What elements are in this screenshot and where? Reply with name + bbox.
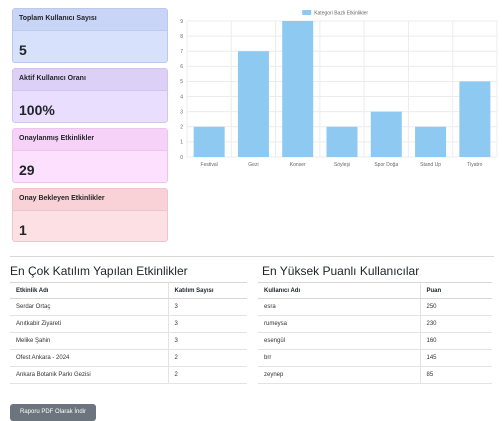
x-tick-label: Söyleşi [334,162,350,168]
participation-count-cell: 3 [167,332,247,350]
section-divider [10,256,494,257]
table-row: rumeysa 230 [258,315,492,333]
y-tick-label: 6 [180,64,183,70]
top-users-table: Kullanıcı Adı Puan esra 250 rumeysa 230 es… [258,282,492,384]
stat-card-value: 100% [19,102,55,118]
table-row: esra 250 [258,298,492,316]
stat-card-label: Onaylanmış Etkinlikler [13,129,167,151]
table-row: Anıtkabir Ziyareti 3 [10,315,247,333]
x-tick-label: Konser [290,162,306,168]
stat-card-value: 5 [19,42,27,58]
score-cell: 160 [419,332,492,350]
table-row: Ankara Botanik Parkı Gezisi 2 [10,366,247,384]
event-name-cell: Anıtkabir Ziyareti [10,315,168,333]
bar-söyleşi [326,126,358,157]
y-tick-label: 4 [180,94,183,100]
table-row: esengül 160 [258,332,492,350]
bar-festival [193,126,225,157]
score-cell: 230 [419,315,492,333]
y-tick-label: 5 [180,79,183,85]
stat-card-value: 29 [19,162,35,178]
table-row: Ofest Ankara - 2024 2 [10,349,247,367]
y-tick-label: 9 [180,19,183,25]
username-cell: zeynep [258,366,420,384]
events-section-title: En Çok Katılım Yapılan Etkinlikler [10,264,188,278]
event-name-cell: Serdar Ortaç [10,298,168,316]
participation-count-cell: 3 [167,298,247,316]
username-cell: esengül [258,332,420,350]
score-cell: 145 [419,349,492,367]
stat-card-active-user-rate: Aktif Kullanıcı Oranı 100% [12,68,168,123]
x-tick-label: Spor Doğa [374,162,398,168]
stat-card-label: Toplam Kullanıcı Sayısı [13,9,167,31]
score-cell: 85 [419,366,492,384]
y-tick-label: 8 [180,34,183,40]
event-name-cell: Ofest Ankara - 2024 [10,349,168,367]
download-pdf-report-button[interactable]: Raporu PDF Olarak İndir [10,404,96,421]
bar-spor-doğa [370,111,402,157]
participation-count-cell: 2 [167,349,247,367]
table-row: Serdar Ortaç 3 [10,298,247,316]
y-tick-label: 2 [180,125,183,131]
bar-stand-up [415,126,447,157]
event-name-cell: Melike Şahin [10,332,168,350]
stat-card-label: Aktif Kullanıcı Oranı [13,69,167,91]
top-events-table: Etkinlik Adı Katılım Sayısı Serdar Ortaç… [10,282,247,384]
x-tick-label: Stand Up [420,162,441,168]
stat-card-total-users: Toplam Kullanıcı Sayısı 5 [12,8,168,63]
x-tick-label: Tiyatro [467,162,482,168]
y-tick-label: 0 [180,155,183,161]
column-header-participation-count: Katılım Sayısı [167,282,247,299]
table-row: brr 145 [258,349,492,367]
column-header-score: Puan [419,282,492,299]
users-section-title: En Yüksek Puanlı Kullanıcılar [262,264,420,278]
participation-count-cell: 2 [167,366,247,384]
y-tick-label: 7 [180,49,183,55]
username-cell: rumeysa [258,315,420,333]
x-tick-label: Festival [201,162,218,168]
legend-swatch [302,10,312,15]
bar-tiyatro [459,81,491,157]
table-header-row: Kullanıcı Adı Puan [258,282,492,299]
legend-label: Kategori Bazlı Etkinlikler [314,11,368,17]
bar-konser [282,21,314,157]
username-cell: brr [258,349,420,367]
bar-gezi [237,51,269,157]
stat-card-value: 1 [19,222,27,238]
table-header-row: Etkinlik Adı Katılım Sayısı [10,282,247,299]
stat-card-approved-events: Onaylanmış Etkinlikler 29 [12,128,168,183]
stat-card-label: Onay Bekleyen Etkinlikler [13,189,167,211]
table-row: zeynep 85 [258,366,492,384]
event-name-cell: Ankara Botanik Parkı Gezisi [10,366,168,384]
category-events-bar-chart: 0 1 2 3 4 5 6 7 8 9 Festival Gezi Konser Söyleşi Spor … [180,10,498,168]
y-tick-label: 1 [180,140,183,146]
table-row: Melike Şahin 3 [10,332,247,350]
participation-count-cell: 3 [167,315,247,333]
y-tick-label: 3 [180,109,183,115]
username-cell: esra [258,298,420,316]
column-header-username: Kullanıcı Adı [258,282,420,299]
column-header-event-name: Etkinlik Adı [10,282,168,299]
x-tick-label: Gezi [248,162,258,168]
stat-card-pending-events: Onay Bekleyen Etkinlikler 1 [12,188,168,242]
score-cell: 250 [419,298,492,316]
